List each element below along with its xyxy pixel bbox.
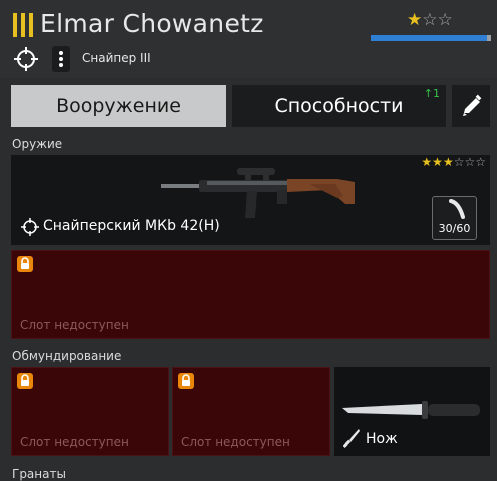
experience-bar — [371, 35, 491, 41]
melee-icon — [343, 429, 360, 448]
knife-name: Нож — [366, 431, 398, 447]
star-empty-icon: ☆ — [422, 10, 438, 30]
rifle-image — [161, 168, 355, 218]
soldier-stars: ★☆☆ — [407, 10, 453, 30]
tab-abilities[interactable]: Способности ↑1 — [232, 85, 446, 127]
soldier-name: Elmar Chowanetz — [40, 9, 264, 38]
slot-unavailable-text: Слот недоступен — [20, 435, 129, 449]
uniform-slot-1: Слот недоступен — [11, 367, 169, 456]
lock-icon — [17, 373, 33, 389]
ammo-button[interactable]: 30/60 — [432, 196, 477, 240]
crosshair-icon — [14, 47, 38, 71]
soldier-role: Снайпер III — [82, 51, 151, 65]
slot-unavailable-text: Слот недоступен — [181, 435, 290, 449]
star-filled-icon: ★ — [432, 155, 443, 169]
experience-bar-fill — [371, 35, 488, 41]
weapon-name: Снайперский МКb 42(H) — [43, 218, 220, 234]
star-filled-icon: ★ — [407, 10, 423, 30]
uniform-slot-2: Слот недоступен — [172, 367, 330, 456]
star-empty-icon: ☆ — [475, 155, 486, 169]
secondary-weapon-slot: Слот недоступен — [11, 250, 490, 339]
abilities-upgrade-badge: ↑1 — [423, 87, 440, 100]
edit-button[interactable] — [452, 85, 490, 127]
tab-abilities-label: Способности — [274, 95, 404, 117]
star-empty-icon: ☆ — [437, 10, 453, 30]
star-empty-icon: ☆ — [464, 155, 476, 169]
tab-weapons[interactable]: Вооружение — [11, 85, 226, 127]
rank-icon — [13, 13, 33, 37]
section-weapon-label: Оружие — [12, 137, 63, 151]
sniper-crosshair-icon — [21, 218, 39, 236]
more-options-icon[interactable] — [52, 46, 70, 72]
section-grenades-label: Гранаты — [12, 467, 66, 481]
star-filled-icon: ★ — [421, 155, 433, 169]
star-empty-icon: ☆ — [453, 155, 465, 169]
melee-weapon-card[interactable]: Нож — [334, 367, 490, 456]
soldier-header: Elmar Chowanetz ★☆☆ Снайпер III — [0, 0, 497, 78]
ammo-count: 30/60 — [438, 222, 471, 235]
tab-weapons-label: Вооружение — [56, 95, 181, 117]
magazine-icon — [449, 199, 465, 219]
star-filled-icon: ★ — [442, 155, 454, 169]
slot-unavailable-text: Слот недоступен — [20, 318, 129, 332]
primary-weapon-card[interactable]: ★★★☆☆☆ Снайперский МКb 42(H) 30/60 — [11, 155, 490, 245]
lock-icon — [178, 373, 194, 389]
weapon-stars: ★★★☆☆☆ — [421, 155, 486, 169]
lock-icon — [17, 256, 33, 272]
section-uniform-label: Обмундирование — [12, 349, 122, 363]
pencil-icon — [463, 94, 482, 116]
